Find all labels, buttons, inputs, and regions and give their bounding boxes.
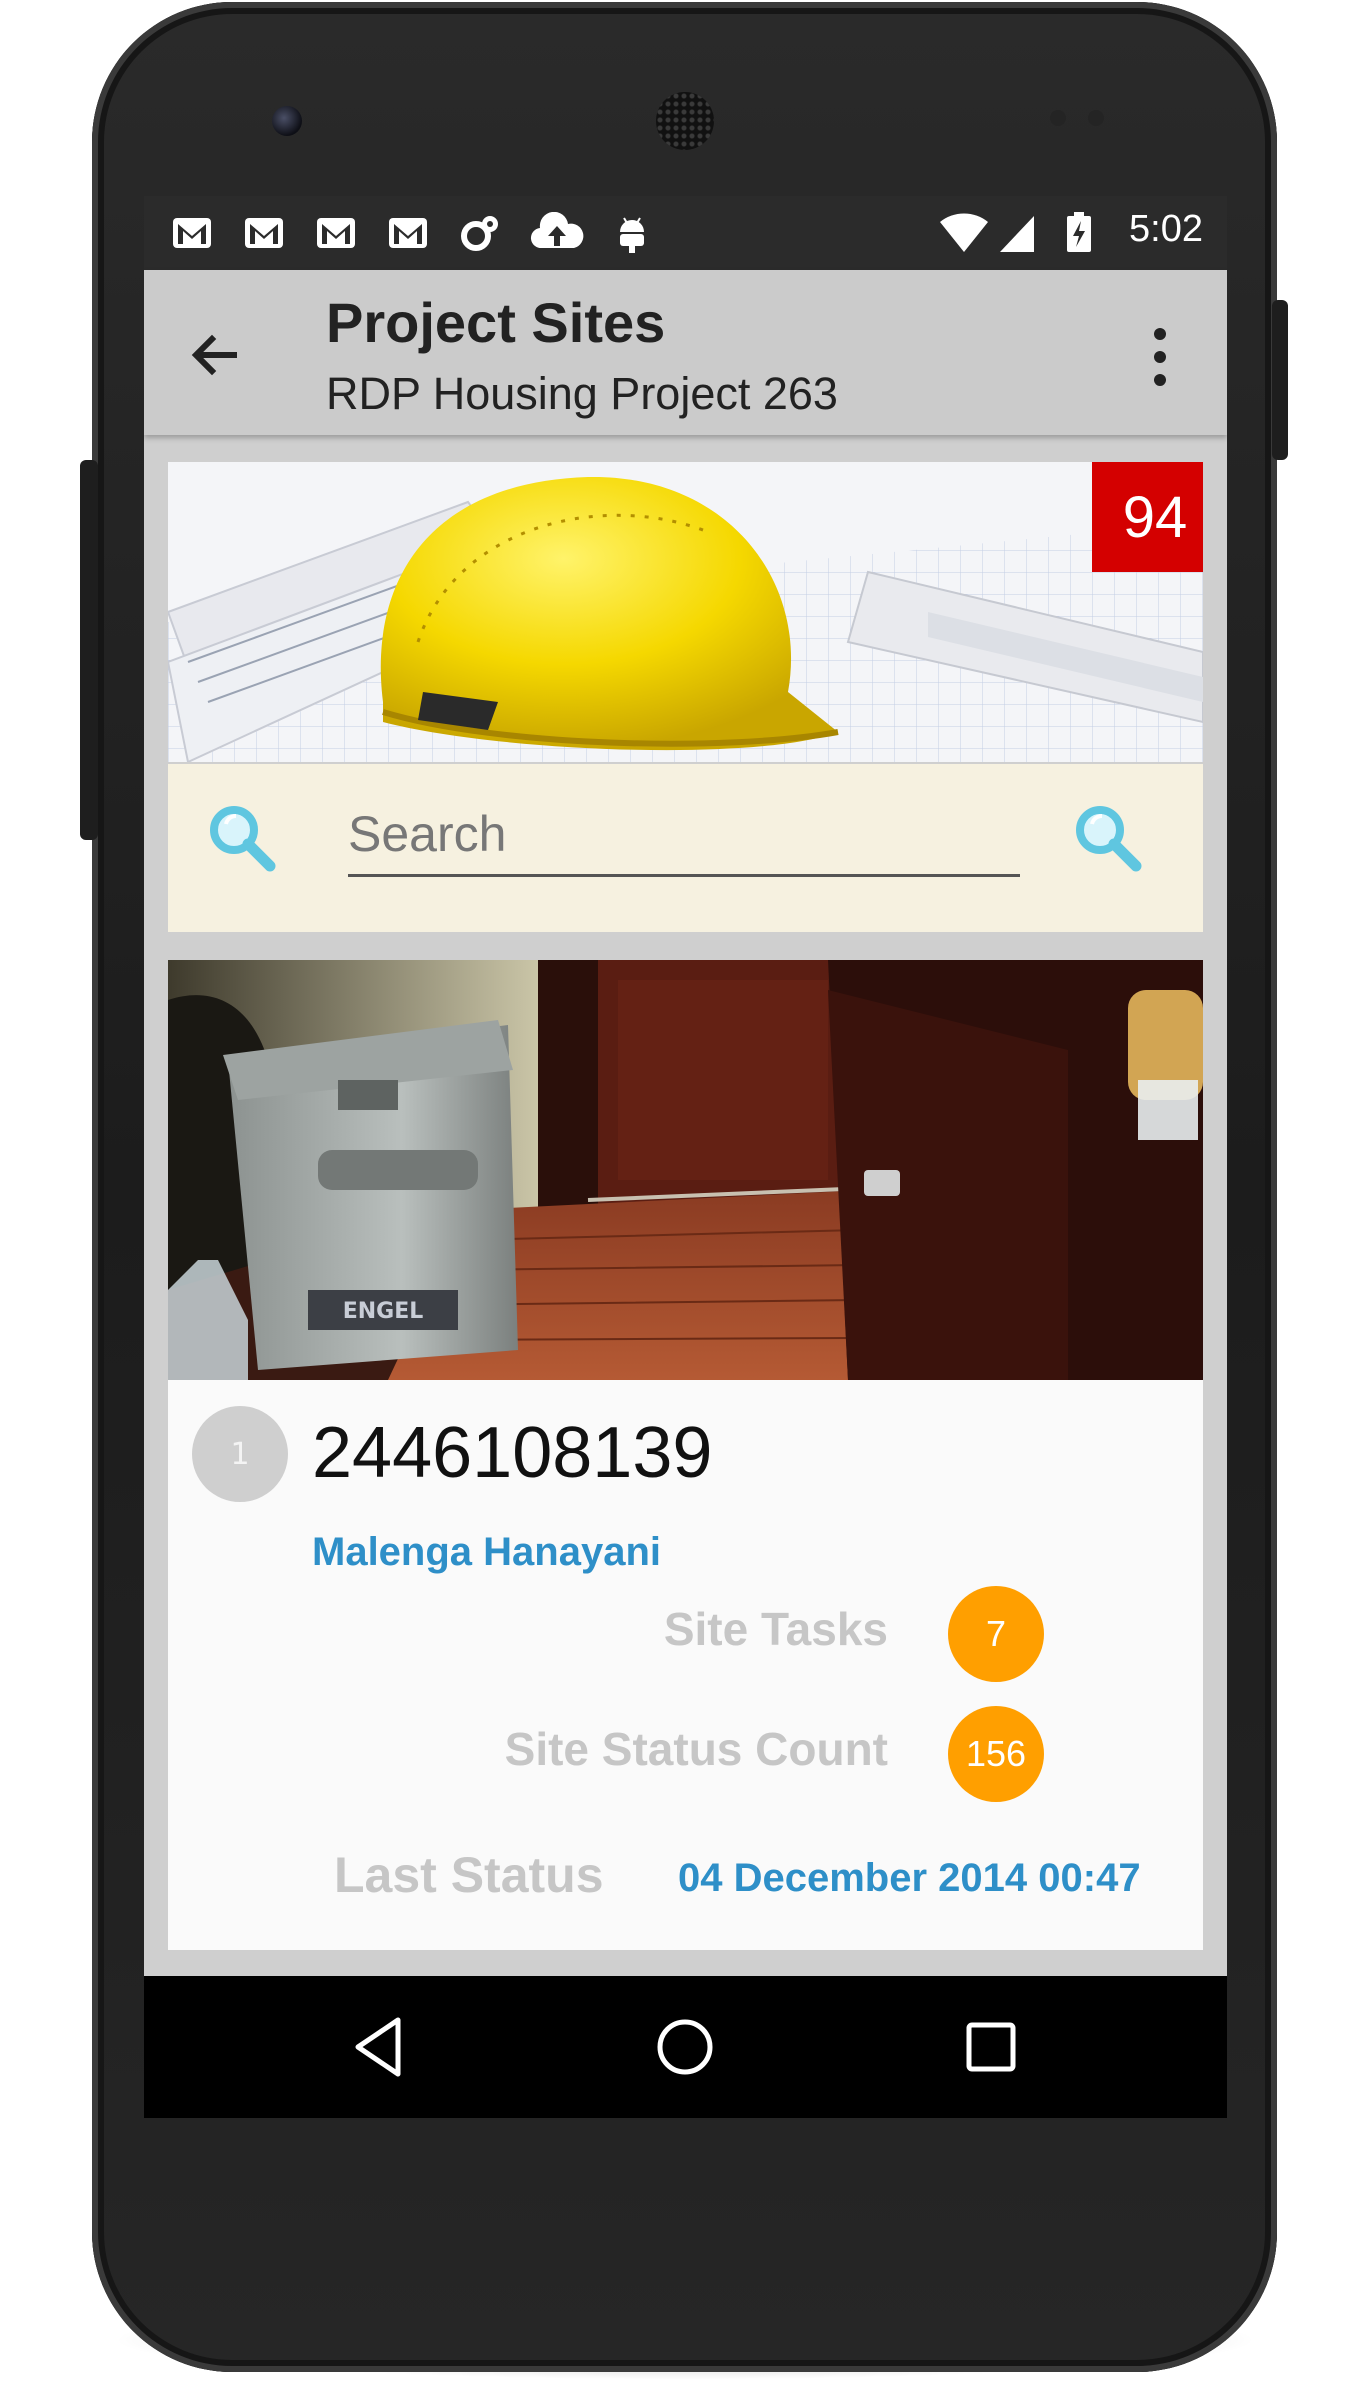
battery-charging-icon [1067,212,1091,252]
hard-hat-image [168,462,1203,762]
site-photo: ENGEL [168,960,1203,1380]
site-tasks-count[interactable]: 7 [948,1586,1044,1682]
site-status-count[interactable]: 156 [948,1706,1044,1802]
gmail-icon [245,218,283,248]
search-submit-icon[interactable] [1068,798,1148,878]
nav-home-icon[interactable] [650,2012,720,2082]
page-subtitle: RDP Housing Project 263 [326,368,838,419]
gmail-icon [173,218,211,248]
cloud-upload-icon [531,212,584,249]
front-camera [272,106,302,136]
earpiece-speaker [656,92,714,150]
nav-recents-icon[interactable] [956,2012,1026,2082]
app-bar: Project Sites RDP Housing Project 263 [144,270,1227,435]
site-number: 2446108139 [312,1413,713,1493]
clock: 5:02 [1129,208,1203,250]
project-banner: 94 [168,462,1203,762]
gmail-icon [317,218,355,248]
page-title: Project Sites [326,291,666,354]
power-button [1272,300,1288,460]
last-status-label: Last Status [334,1847,604,1903]
site-owner: Malenga Hanayani [312,1530,662,1574]
item-index-badge: 1 [192,1406,288,1502]
overflow-menu-icon[interactable] [1145,322,1175,392]
volume-button [80,460,98,840]
wifi-icon [940,213,988,252]
android-debug-icon [620,217,644,253]
gmail-icon [389,218,427,248]
navigation-bar [144,1976,1227,2118]
site-count-badge: 94 [1092,462,1203,572]
nav-back-icon[interactable] [344,2012,414,2082]
site-card[interactable]: ENGEL 1 2446108139 Malenga Hanayani Site… [168,960,1203,1950]
signal-icon [1000,216,1034,252]
back-arrow-icon[interactable] [184,325,244,385]
search-panel [168,764,1203,932]
screen: 5:02 Project Sites RDP Housing Project 2… [144,196,1227,2118]
site-tasks-label: Site Tasks [663,1603,888,1655]
search-icon[interactable] [202,798,282,878]
light-sensor [1088,110,1104,126]
sync-icon [461,216,498,251]
search-input[interactable] [348,794,1020,877]
last-status-value: 04 December 2014 00:47 [678,1856,1141,1900]
site-status-count-label: Site Status Count [504,1723,888,1775]
proximity-sensor [1050,110,1066,126]
status-bar: 5:02 [144,196,1227,270]
svg-text:ENGEL: ENGEL [343,1299,424,1324]
